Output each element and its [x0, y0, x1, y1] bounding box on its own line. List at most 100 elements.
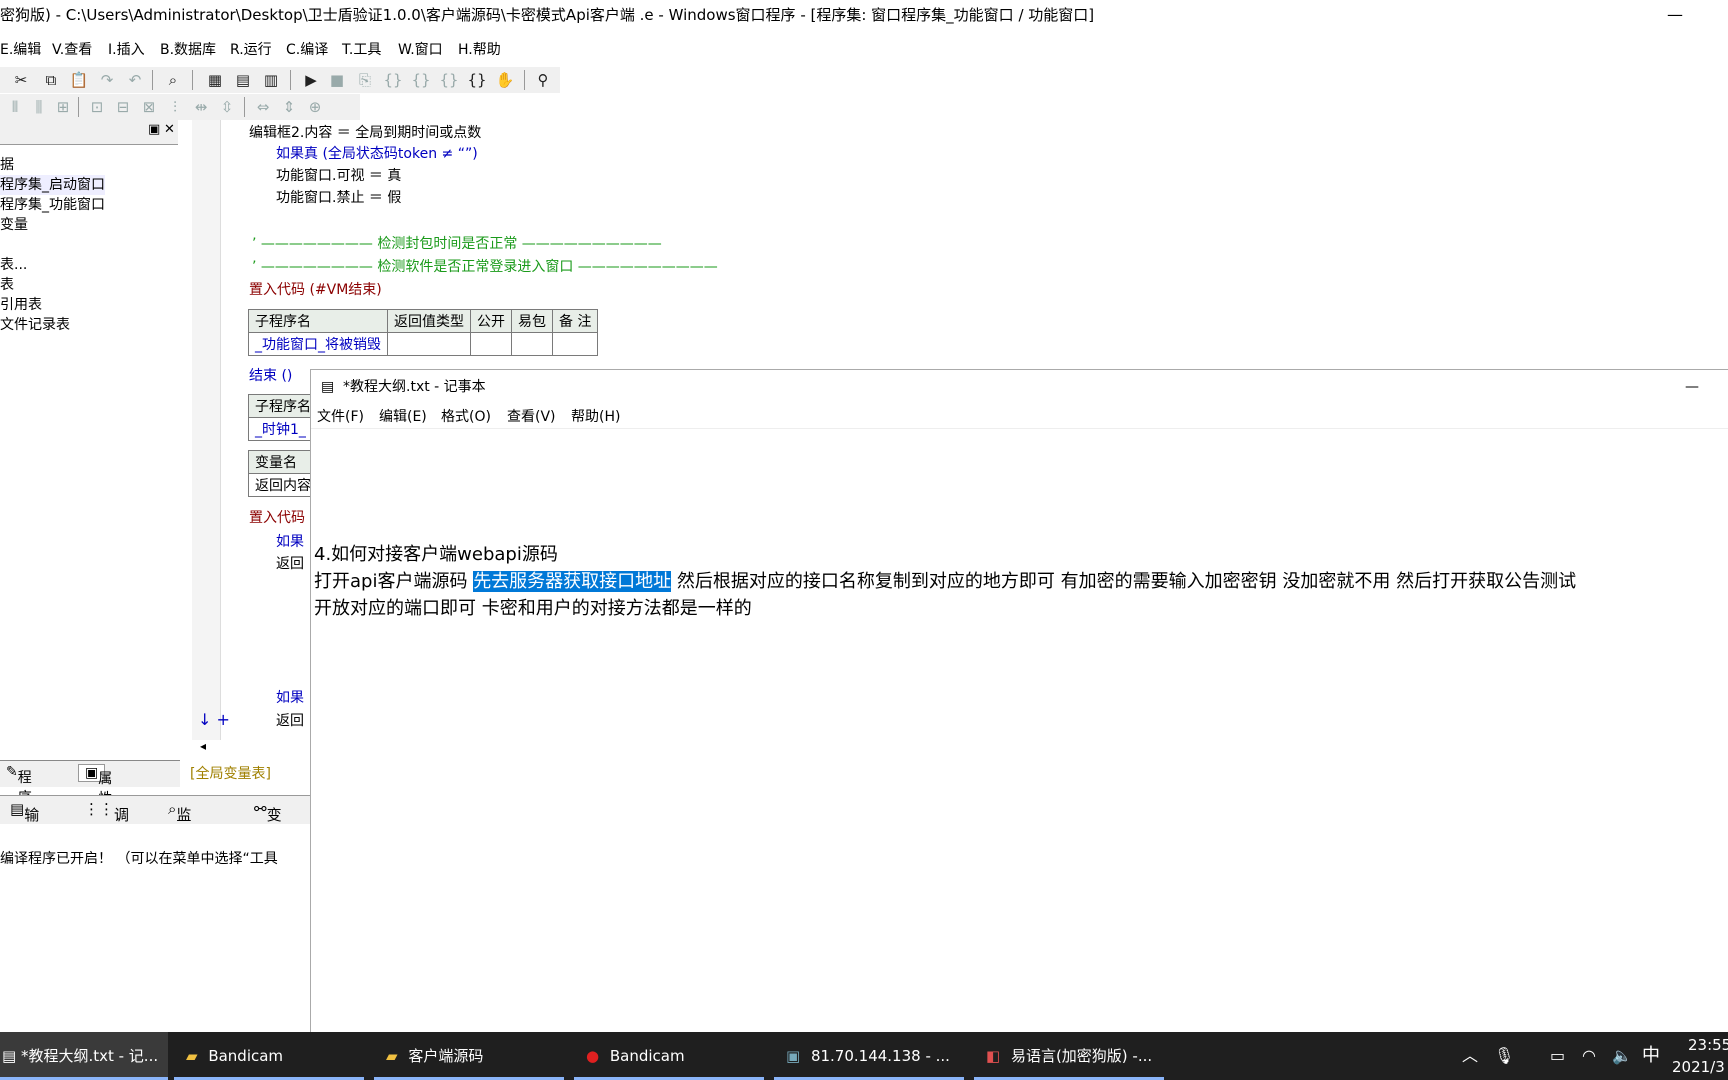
- tree-item[interactable]: 表: [0, 275, 14, 295]
- taskbar-item-remote-desktop[interactable]: ▣ 81.70.144.138 - ...: [774, 1032, 964, 1080]
- taskbar-item-eyuyan[interactable]: ◧ 易语言(加密狗版) -...: [974, 1032, 1164, 1080]
- wifi-icon[interactable]: ◠: [1582, 1032, 1596, 1080]
- run-to-icon[interactable]: {}: [466, 69, 488, 91]
- ide-menu-bar: E.编辑 V.查看 I.插入 B.数据库 R.运行 C.编译 T.工具 W.窗口…: [0, 38, 1728, 62]
- vdist-icon[interactable]: ⇳: [216, 96, 238, 118]
- table-cell[interactable]: [551, 332, 599, 356]
- menu-edit[interactable]: E.编辑: [0, 38, 41, 62]
- add-line-icon[interactable]: ↓ +: [198, 710, 230, 730]
- notepad-menu-help[interactable]: 帮助(H): [571, 406, 620, 428]
- notepad-menu-view[interactable]: 查看(V): [507, 406, 556, 428]
- menu-help[interactable]: H.帮助: [458, 38, 501, 62]
- code-line: 如果真 (全局状态码token ≠ “”): [276, 146, 478, 162]
- scroll-left-icon[interactable]: ◂: [200, 736, 206, 756]
- tab-properties[interactable]: ▣ 属性: [78, 764, 112, 807]
- subroutine-table: 子程序名 返回值类型 公开 易包 备 注 _功能窗口_将被销毁: [248, 309, 599, 356]
- taskbar-item-bandicam-app[interactable]: ● Bandicam: [574, 1032, 764, 1080]
- step-out-icon[interactable]: {}: [438, 69, 460, 91]
- clock-date[interactable]: 2021/3: [1672, 1058, 1725, 1076]
- hspace-icon[interactable]: ⫶: [164, 96, 186, 118]
- text-segment: 然后根据对应的接口名称复制到对应的地方即可 有加密的需要输入加密密钥 没加密就不…: [671, 571, 1577, 592]
- pane-restore-button[interactable]: ▣: [148, 122, 160, 137]
- code-line: 返回: [276, 556, 304, 572]
- paste-icon[interactable]: 📋: [68, 69, 90, 91]
- code-editor[interactable]: 编辑框2.内容 ＝ 全局到期时间或点数 如果真 (全局状态码token ≠ “”…: [180, 120, 718, 760]
- table-cell[interactable]: 返回内容: [248, 473, 318, 497]
- menu-database[interactable]: B.数据库: [160, 38, 216, 62]
- volume-icon[interactable]: 🔈: [1612, 1032, 1632, 1080]
- tab-watch-table[interactable]: ⌕ 监视表: [168, 800, 191, 866]
- tree-item[interactable]: 据: [0, 155, 14, 175]
- table-cell[interactable]: [387, 332, 471, 356]
- menu-tools[interactable]: T.工具: [342, 38, 381, 62]
- text-segment: 打开api客户端源码: [314, 571, 474, 592]
- ime-indicator[interactable]: 中: [1642, 1032, 1660, 1080]
- redo-icon[interactable]: ↷: [96, 69, 118, 91]
- cut-icon[interactable]: ✂: [10, 69, 32, 91]
- menu-run[interactable]: R.运行: [230, 38, 272, 62]
- same-size-icon[interactable]: ⊠: [138, 96, 160, 118]
- run-icon[interactable]: ▶: [300, 69, 322, 91]
- microphone-icon[interactable]: 🎙: [1494, 1032, 1514, 1080]
- center-both-icon[interactable]: ⊕: [304, 96, 326, 118]
- taskbar-item-client-source-folder[interactable]: ▰ 客户端源码: [374, 1032, 564, 1080]
- tab-variables[interactable]: ⚯ 变: [254, 800, 282, 824]
- table-cell[interactable]: [470, 332, 512, 356]
- menu-window[interactable]: W.窗口: [398, 38, 443, 62]
- tab-global-variables[interactable]: [全局变量表]: [190, 763, 271, 783]
- center-h-icon[interactable]: ⇔: [252, 96, 274, 118]
- tree-item-startup-window[interactable]: 程序集_启动窗口: [0, 175, 105, 195]
- find-icon[interactable]: ⌕: [162, 69, 184, 91]
- tab-output[interactable]: ▤ 输出: [10, 800, 39, 845]
- tree-item-function-window[interactable]: 程序集_功能窗口: [0, 195, 105, 215]
- stop-icon[interactable]: ■: [326, 69, 348, 91]
- menu-view[interactable]: V.查看: [52, 38, 92, 62]
- undo-icon[interactable]: ↶: [124, 69, 146, 91]
- layout-a-icon[interactable]: ▦: [204, 69, 226, 91]
- layout-c-icon[interactable]: ▥: [260, 69, 282, 91]
- taskbar: ▤ *教程大纲.txt - 记... ▰ Bandicam ▰ 客户端源码 ● …: [0, 1032, 1728, 1080]
- table-cell[interactable]: _时钟1_: [248, 417, 318, 441]
- notepad-menu-format[interactable]: 格式(O): [441, 406, 491, 428]
- show-hidden-icons-icon[interactable]: ︿: [1462, 1032, 1478, 1080]
- notepad-menu-file[interactable]: 文件(F): [317, 406, 364, 428]
- notepad-window: ▤ *教程大纲.txt - 记事本 — 文件(F) 编辑(E) 格式(O) 查看…: [310, 369, 1728, 1033]
- tab-program[interactable]: ✎ 程序: [6, 764, 32, 806]
- copy-icon[interactable]: ⧉: [40, 69, 62, 91]
- layout-b-icon[interactable]: ▤: [232, 69, 254, 91]
- battery-icon[interactable]: ▭: [1550, 1032, 1565, 1080]
- step-icon[interactable]: ⎘: [354, 69, 376, 91]
- tree-item-variables[interactable]: 变量: [0, 215, 28, 235]
- binoculars-icon[interactable]: ⚲: [532, 69, 554, 91]
- notepad-icon: ▤: [2, 1047, 21, 1065]
- table-cell[interactable]: [511, 332, 553, 356]
- center-v-icon[interactable]: ⇕: [278, 96, 300, 118]
- same-width-icon[interactable]: ⊡: [86, 96, 108, 118]
- tab-call-table[interactable]: ⋮⋮ 调用表: [84, 800, 129, 866]
- menu-compile[interactable]: C.编译: [286, 38, 328, 62]
- tree-item-file-record-table[interactable]: 文件记录表: [0, 315, 70, 335]
- code-line: 置入代码: [249, 510, 305, 526]
- tree-item[interactable]: 表...: [0, 255, 27, 275]
- vspace-icon[interactable]: ⇹: [190, 96, 212, 118]
- align-center-icon[interactable]: ⊞: [52, 96, 74, 118]
- tree-item-reference-table[interactable]: 引用表: [0, 295, 42, 315]
- toolbar-divider: [244, 97, 245, 117]
- hand-icon[interactable]: ✋: [494, 69, 516, 91]
- align-left-icon[interactable]: ⫴: [4, 96, 26, 118]
- same-height-icon[interactable]: ⊟: [112, 96, 134, 118]
- table-cell[interactable]: _功能窗口_将被销毁: [248, 332, 388, 356]
- ide-window-title: 密狗版) - C:\Users\Administrator\Desktop\卫士…: [0, 6, 1095, 24]
- step-into-icon[interactable]: {}: [382, 69, 404, 91]
- ide-minimize-button[interactable]: —: [1660, 0, 1690, 30]
- menu-insert[interactable]: I.插入: [108, 38, 145, 62]
- taskbar-item-bandicam-folder[interactable]: ▰ Bandicam: [174, 1032, 364, 1080]
- step-over-icon[interactable]: {}: [410, 69, 432, 91]
- align-top-icon[interactable]: ⫼: [28, 96, 50, 118]
- notepad-menu-edit[interactable]: 编辑(E): [379, 406, 427, 428]
- clock-time[interactable]: 23:55: [1688, 1036, 1728, 1054]
- notepad-minimize-button[interactable]: —: [1677, 370, 1707, 404]
- notepad-text-area[interactable]: 4.如何对接客户端webapi源码 打开api客户端源码 先去服务器获取接口地址…: [311, 430, 1728, 1030]
- taskbar-item-notepad[interactable]: ▤ *教程大纲.txt - 记...: [0, 1032, 168, 1080]
- pane-close-button[interactable]: ✕: [164, 122, 175, 137]
